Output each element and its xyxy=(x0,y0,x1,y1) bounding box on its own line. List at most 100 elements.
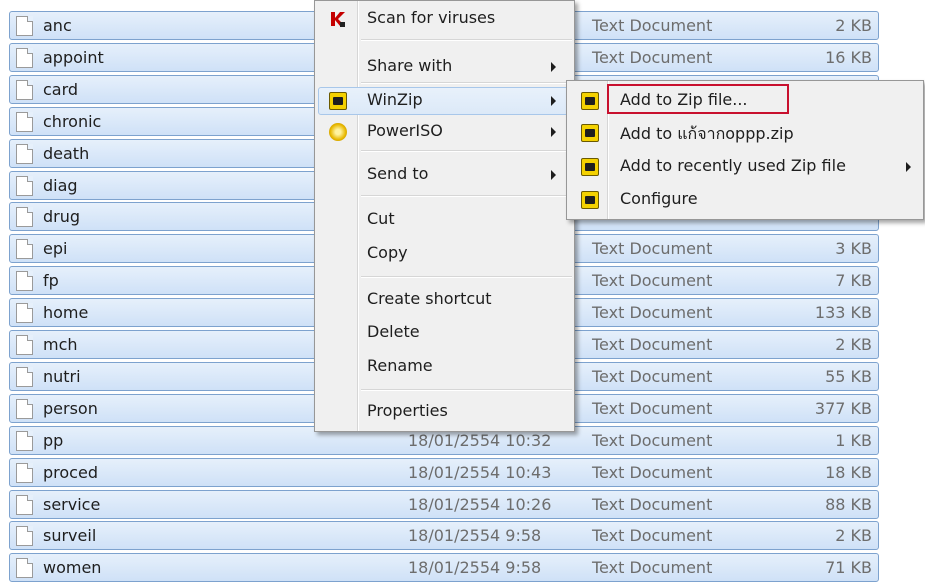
file-row[interactable]: women 18/01/2554 9:58 Text Document 71 KB xyxy=(9,553,879,582)
file-size: 71 KB xyxy=(825,558,872,577)
menu-separator xyxy=(361,195,572,197)
submenu-arrow-icon xyxy=(551,96,556,106)
text-file-icon xyxy=(16,495,33,515)
file-type: Text Document xyxy=(592,271,713,290)
text-file-icon xyxy=(16,367,33,387)
file-name: home xyxy=(43,303,89,322)
file-type: Text Document xyxy=(592,495,713,514)
menu-label: Cut xyxy=(367,209,395,228)
menu-item-share-with[interactable]: Share with xyxy=(315,52,574,82)
menu-label: Rename xyxy=(367,356,433,375)
menu-label: Add to แก้จากoppp.zip xyxy=(620,124,794,143)
file-type: Text Document xyxy=(592,335,713,354)
poweriso-icon xyxy=(329,123,347,141)
menu-item-create-shortcut[interactable]: Create shortcut xyxy=(315,285,574,315)
menu-item-properties[interactable]: Properties xyxy=(315,397,574,427)
menu-label: PowerISO xyxy=(367,121,443,140)
file-date-modified: 18/01/2554 10:32 xyxy=(408,431,552,450)
kaspersky-icon xyxy=(331,12,345,27)
menu-item-highlight xyxy=(318,87,571,115)
menu-item-send-to[interactable]: Send to xyxy=(315,160,574,190)
submenu-arrow-icon xyxy=(906,162,911,172)
menu-label: Share with xyxy=(367,56,453,75)
text-file-icon xyxy=(16,558,33,578)
file-name: person xyxy=(43,399,98,418)
file-name: death xyxy=(43,144,90,163)
menu-item-cut[interactable]: Cut xyxy=(315,205,574,235)
text-file-icon xyxy=(16,399,33,419)
file-row[interactable]: surveil 18/01/2554 9:58 Text Document 2 KB xyxy=(9,521,879,550)
file-name: women xyxy=(43,558,102,577)
text-file-icon xyxy=(16,48,33,68)
menu-label: Send to xyxy=(367,164,429,183)
text-file-icon xyxy=(16,303,33,323)
submenu-arrow-icon xyxy=(551,62,556,72)
file-type: Text Document xyxy=(592,16,713,35)
file-type: Text Document xyxy=(592,526,713,545)
submenu-item-add-recent[interactable]: Add to recently used Zip file xyxy=(567,152,923,182)
file-date-modified: 18/01/2554 9:58 xyxy=(408,526,542,545)
text-file-icon xyxy=(16,112,33,132)
menu-item-scan[interactable]: Scan for viruses xyxy=(315,4,574,34)
file-row[interactable]: service 18/01/2554 10:26 Text Document 88 K… xyxy=(9,490,879,519)
text-file-icon xyxy=(16,463,33,483)
file-type: Text Document xyxy=(592,558,713,577)
menu-separator xyxy=(361,389,572,391)
file-name: drug xyxy=(43,207,81,226)
menu-item-delete[interactable]: Delete xyxy=(315,318,574,348)
file-type: Text Document xyxy=(592,303,713,322)
highlight-box xyxy=(607,84,789,114)
file-size: 133 KB xyxy=(814,303,872,322)
menu-item-winzip[interactable]: WinZip xyxy=(315,86,574,116)
file-size: 2 KB xyxy=(835,335,872,354)
text-file-icon xyxy=(16,144,33,164)
menu-item-rename[interactable]: Rename xyxy=(315,352,574,382)
file-name: appoint xyxy=(43,48,104,67)
submenu-arrow-icon xyxy=(551,127,556,137)
file-size: 1 KB xyxy=(835,431,872,450)
file-size: 2 KB xyxy=(835,16,872,35)
winzip-icon xyxy=(581,124,599,142)
menu-separator xyxy=(361,82,572,84)
text-file-icon xyxy=(16,271,33,291)
file-size: 3 KB xyxy=(835,239,872,258)
text-file-icon xyxy=(16,335,33,355)
submenu-item-configure[interactable]: Configure xyxy=(567,185,923,215)
menu-item-poweriso[interactable]: PowerISO xyxy=(315,117,574,147)
file-type: Text Document xyxy=(592,463,713,482)
file-row[interactable]: proced 18/01/2554 10:43 Text Document 18 KB xyxy=(9,458,879,487)
menu-label: Add to recently used Zip file xyxy=(620,156,846,175)
menu-label: WinZip xyxy=(367,90,423,109)
file-type: Text Document xyxy=(592,399,713,418)
file-size: 377 KB xyxy=(814,399,872,418)
menu-label: Configure xyxy=(620,189,698,208)
file-size: 16 KB xyxy=(825,48,872,67)
text-file-icon xyxy=(16,16,33,36)
text-file-icon xyxy=(16,239,33,259)
menu-separator xyxy=(361,150,572,152)
file-type: Text Document xyxy=(592,367,713,386)
submenu-arrow-icon xyxy=(551,170,556,180)
file-name: fp xyxy=(43,271,59,290)
file-name: chronic xyxy=(43,112,102,131)
file-size: 2 KB xyxy=(835,526,872,545)
file-name: proced xyxy=(43,463,98,482)
file-name: epi xyxy=(43,239,68,258)
file-size: 7 KB xyxy=(835,271,872,290)
winzip-icon xyxy=(581,191,599,209)
file-name: surveil xyxy=(43,526,97,545)
file-name: nutri xyxy=(43,367,81,386)
winzip-icon xyxy=(581,158,599,176)
menu-label: Scan for viruses xyxy=(367,8,496,27)
file-name: mch xyxy=(43,335,78,354)
submenu-item-add-to-named-zip[interactable]: Add to แก้จากoppp.zip xyxy=(567,118,923,148)
menu-item-copy[interactable]: Copy xyxy=(315,239,574,269)
file-type: Text Document xyxy=(592,48,713,67)
text-file-icon xyxy=(16,526,33,546)
file-type: Text Document xyxy=(592,431,713,450)
winzip-icon xyxy=(581,92,599,110)
file-name: anc xyxy=(43,16,72,35)
winzip-submenu: Add to Zip file... Add to แก้จากoppp.zip… xyxy=(566,80,924,220)
file-name: service xyxy=(43,495,101,514)
menu-separator xyxy=(361,276,572,278)
